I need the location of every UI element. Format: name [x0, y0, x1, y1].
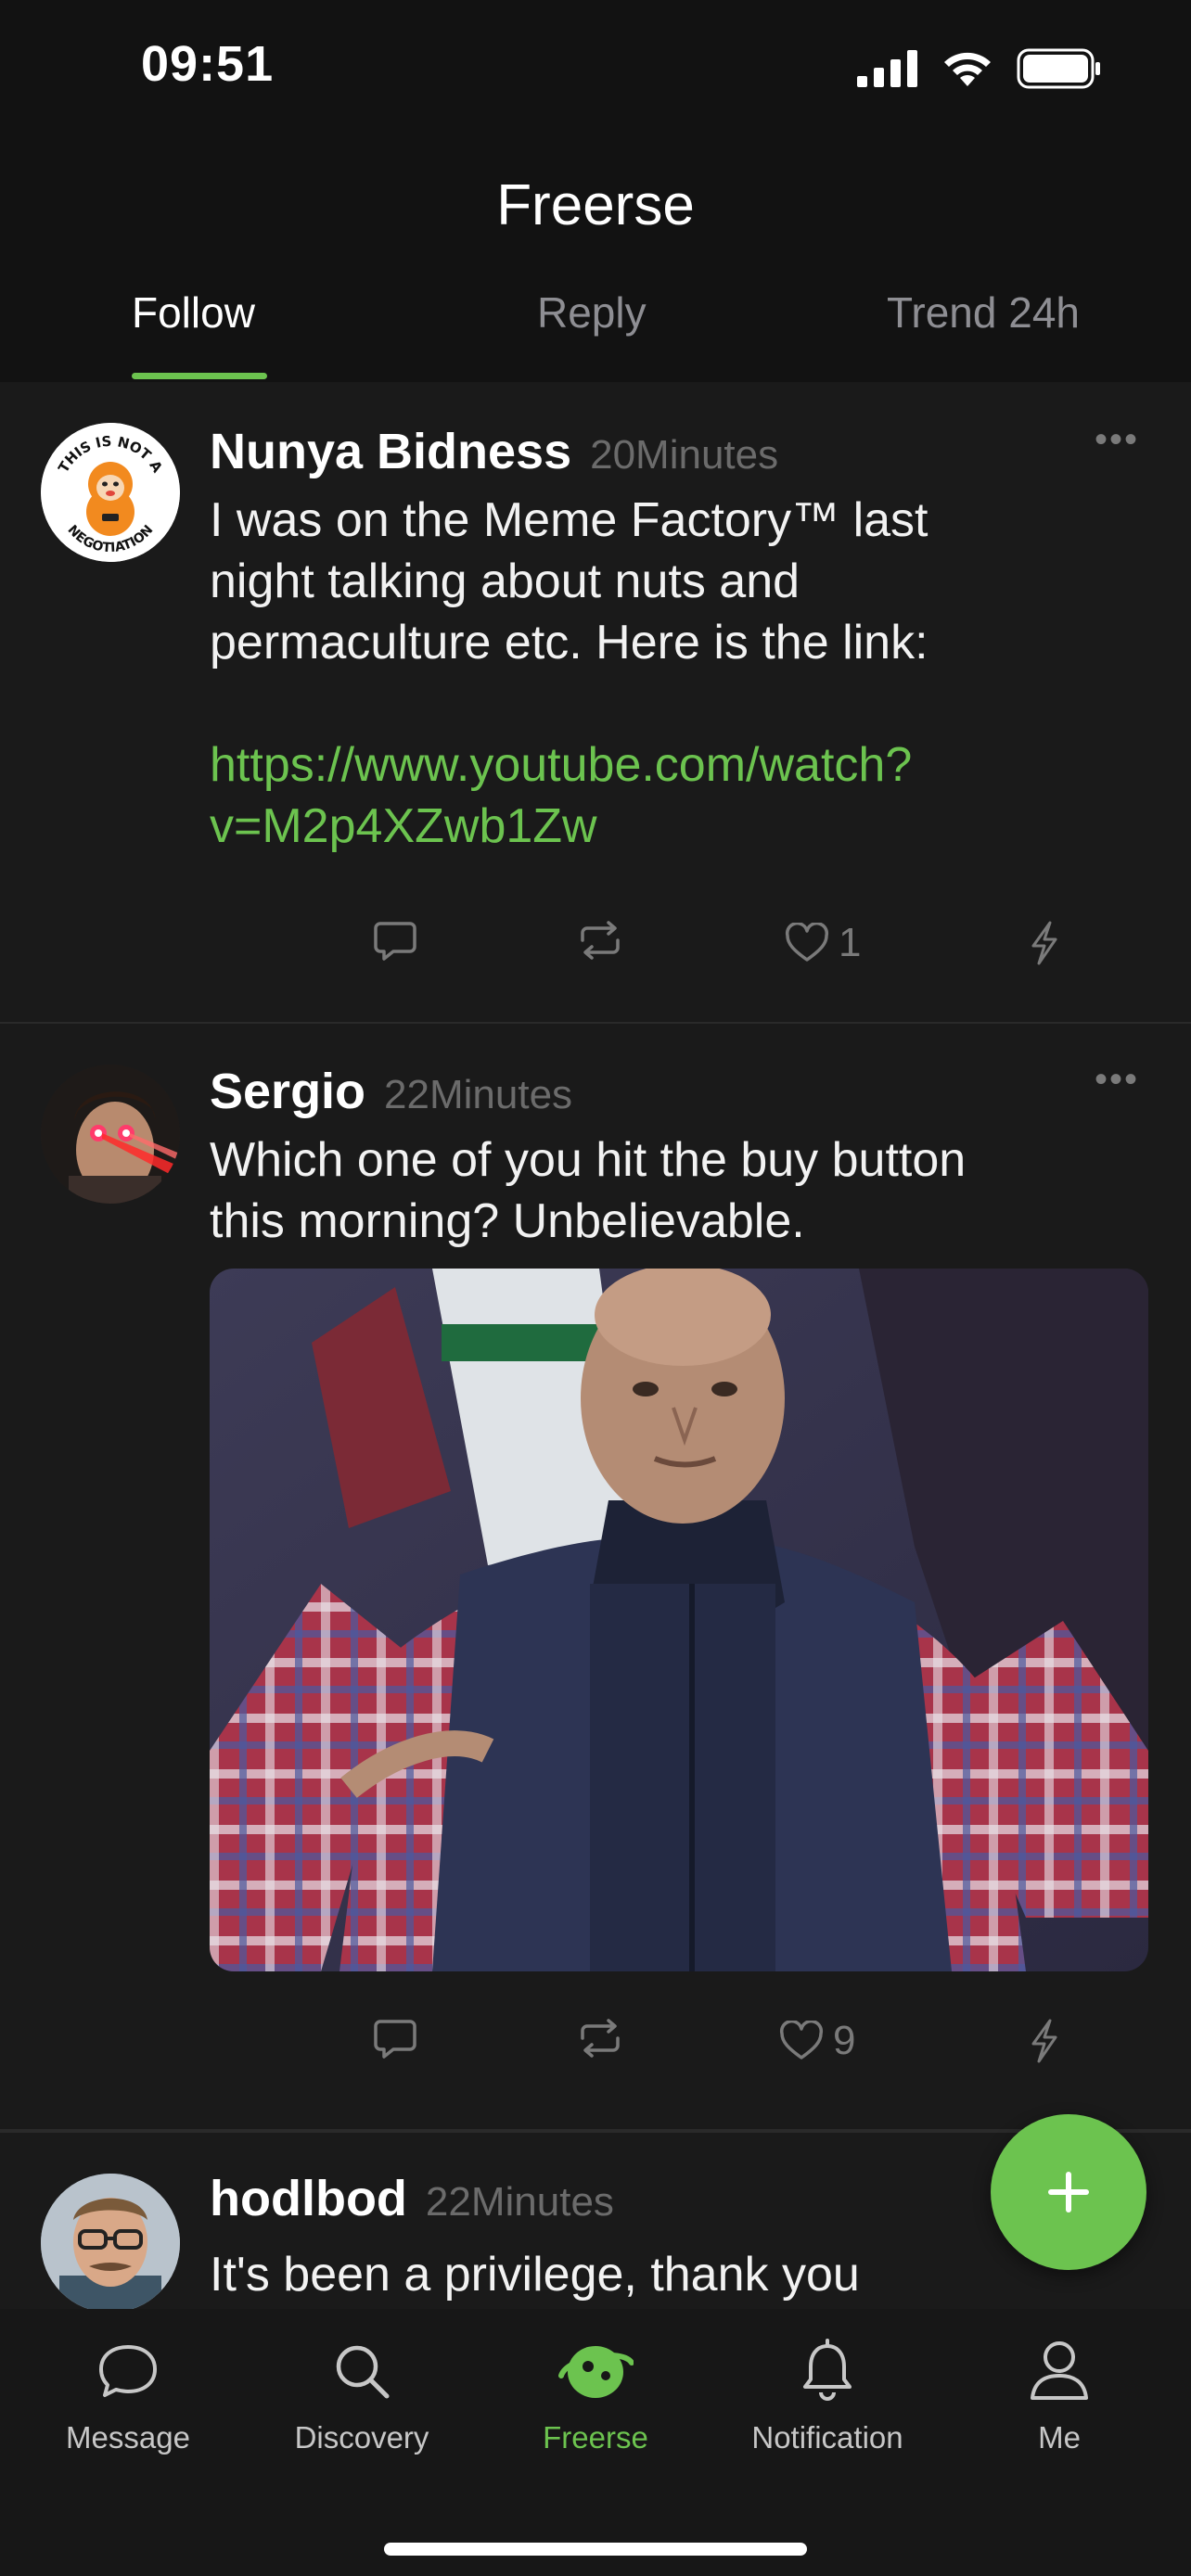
status-time: 09:51 — [141, 36, 275, 92]
author-name[interactable]: Nunya Bidness — [210, 423, 571, 480]
post-text-line: It's been a privilege, thank you — [210, 2248, 860, 2302]
tab-reply[interactable]: Reply — [537, 287, 647, 338]
post-text: It's been a privilege, thank you — [210, 2244, 1146, 2309]
post-image[interactable] — [210, 1269, 1148, 1971]
nav-freerse[interactable]: Freerse — [493, 2335, 698, 2455]
search-icon — [336, 2345, 390, 2399]
avatar-photo — [41, 1065, 180, 1204]
nav-label: Freerse — [543, 2420, 648, 2455]
reply-button[interactable] — [373, 2018, 417, 2060]
zap-button[interactable] — [1028, 2018, 1061, 2064]
avatar-photo — [41, 2174, 180, 2313]
avatar-badge-image: THIS IS NOT A NEGOTIATION — [41, 423, 180, 562]
reply-button[interactable] — [373, 920, 417, 963]
like-count: 1 — [839, 920, 862, 965]
nav-label: Discovery — [294, 2420, 429, 2455]
post-link[interactable]: v=M2p4XZwb1Zw — [210, 796, 1146, 857]
zap-button[interactable] — [1028, 920, 1061, 966]
tab-trend-24h[interactable]: Trend 24h — [887, 287, 1080, 338]
header: Freerse Follow Reply Trend 24h — [0, 139, 1191, 382]
post-header: hodlbod 22Minutes — [210, 2170, 614, 2227]
more-options-icon[interactable]: ••• — [1095, 1059, 1139, 1101]
post-time: 22Minutes — [384, 1072, 573, 1117]
post-divider — [0, 2129, 1191, 2131]
post-time: 22Minutes — [425, 2179, 614, 2225]
plus-icon — [1048, 2172, 1089, 2213]
like-button[interactable]: 9 — [779, 2018, 855, 2064]
post-actions: 1 — [0, 920, 1191, 994]
repost-button[interactable] — [577, 920, 623, 961]
wifi-icon — [944, 52, 991, 86]
post-actions: 9 — [0, 2018, 1191, 2092]
status-bar: 09:51 — [0, 0, 1191, 139]
post-text-line: night talking about nuts and — [210, 555, 800, 608]
post-text-line: I was on the Meme Factory™ last — [210, 493, 928, 547]
post-time: 20Minutes — [590, 432, 779, 478]
nav-message[interactable]: Message — [26, 2335, 230, 2455]
post-text: Which one of you hit the buy button this… — [210, 1129, 1146, 1252]
comment-icon — [374, 2020, 416, 2059]
home-indicator — [384, 2543, 807, 2556]
compose-button[interactable] — [991, 2114, 1146, 2270]
person-icon — [1031, 2341, 1088, 2400]
like-button[interactable]: 1 — [785, 920, 861, 966]
post-link[interactable]: https://www.youtube.com/watch? — [210, 734, 1146, 796]
feed-tabs: Follow Reply Trend 24h — [0, 287, 1191, 382]
post-text-line: permaculture etc. Here is the link: — [210, 616, 928, 670]
nav-me[interactable]: Me — [957, 2335, 1161, 2455]
bell-icon — [803, 2339, 852, 2401]
lightning-icon — [1031, 921, 1057, 965]
nav-label: Notification — [751, 2420, 903, 2455]
avatar[interactable]: THIS IS NOT A NEGOTIATION — [41, 423, 180, 562]
freerse-logo-icon — [558, 2346, 634, 2398]
meme-photo — [210, 1269, 1148, 1971]
heart-icon — [785, 923, 829, 962]
nav-notification[interactable]: Notification — [725, 2335, 929, 2455]
post-header: Nunya Bidness 20Minutes — [210, 423, 778, 480]
repost-icon — [581, 2019, 620, 2058]
post-text-line: this morning? Unbelievable. — [210, 1194, 805, 1248]
nav-discovery[interactable]: Discovery — [260, 2335, 464, 2455]
message-icon — [99, 2345, 157, 2397]
more-options-icon[interactable]: ••• — [1095, 419, 1139, 461]
tab-follow[interactable]: Follow — [132, 287, 255, 338]
nav-label: Message — [66, 2420, 190, 2455]
post-text: I was on the Meme Factory™ last night ta… — [210, 490, 1146, 857]
heart-icon — [779, 2021, 824, 2060]
battery-icon — [1017, 48, 1100, 89]
post[interactable]: THIS IS NOT A NEGOTIATION Nunya Bidness … — [0, 382, 1191, 1024]
avatar[interactable] — [41, 2174, 180, 2313]
author-name[interactable]: Sergio — [210, 1063, 365, 1120]
comment-icon — [374, 922, 416, 961]
bottom-nav: Message Discovery Freerse Notification M… — [0, 2309, 1191, 2576]
repost-icon — [581, 921, 620, 960]
lightning-icon — [1031, 2019, 1057, 2063]
nav-label: Me — [1038, 2420, 1081, 2455]
avatar[interactable] — [41, 1065, 180, 1204]
status-icons — [857, 48, 1102, 89]
signal-icon — [857, 50, 917, 87]
post-text-line: Which one of you hit the buy button — [210, 1133, 967, 1187]
author-name[interactable]: hodlbod — [210, 2170, 407, 2227]
active-tab-indicator — [132, 373, 267, 379]
repost-button[interactable] — [577, 2018, 623, 2059]
post-header: Sergio 22Minutes — [210, 1063, 572, 1120]
page-title: Freerse — [496, 173, 695, 237]
like-count: 9 — [833, 2018, 856, 2063]
